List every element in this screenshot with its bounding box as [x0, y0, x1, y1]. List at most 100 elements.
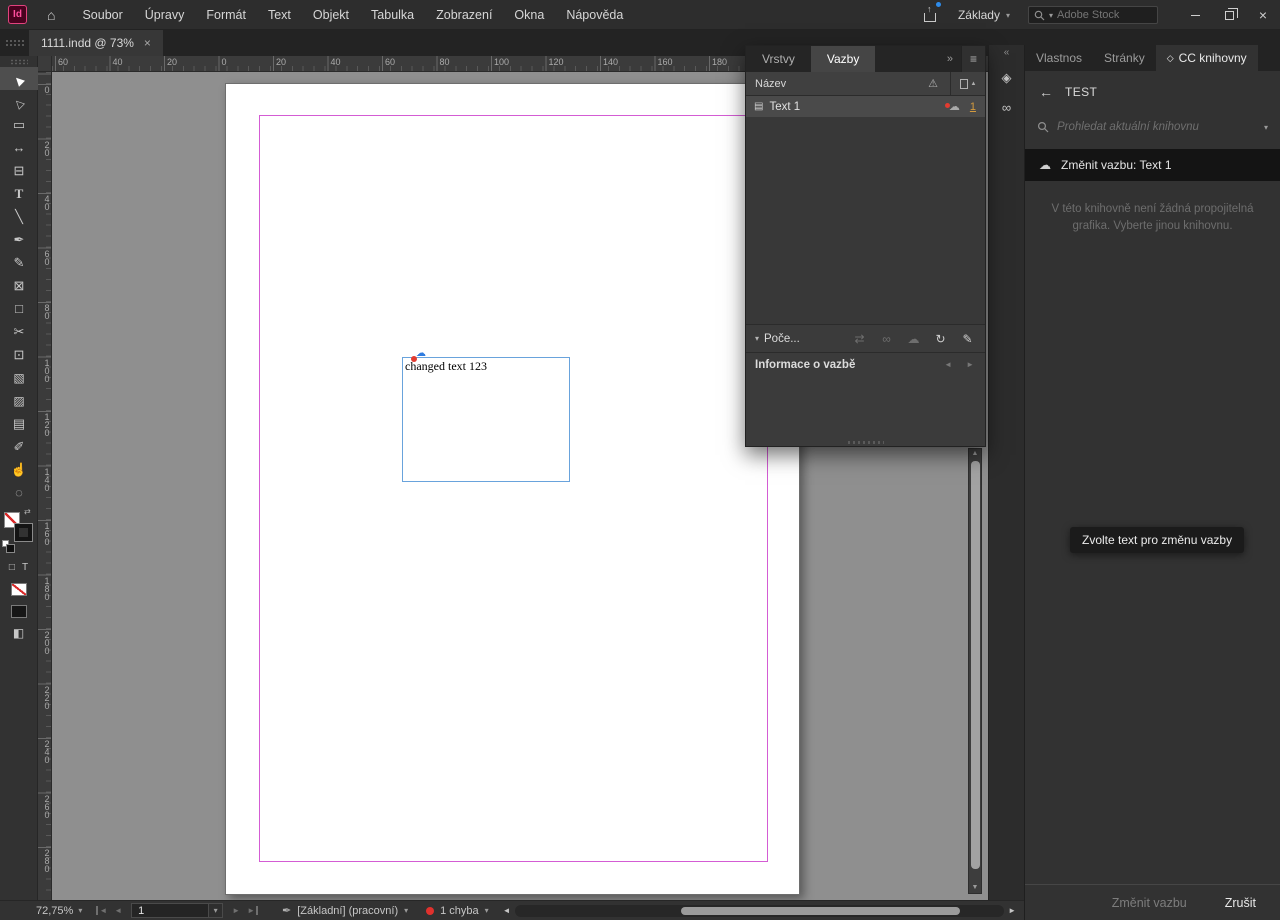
free-transform-tool[interactable]: ⊡: [0, 343, 38, 366]
page-tool[interactable]: ▭: [0, 113, 38, 136]
minimize-button[interactable]: [1178, 0, 1212, 30]
library-search-input[interactable]: [1057, 121, 1256, 133]
hand-tool[interactable]: ☝: [0, 458, 38, 481]
scroll-left-icon[interactable]: ◄: [503, 906, 511, 915]
pen-tool[interactable]: ✒: [0, 228, 38, 251]
rectangle-tool[interactable]: □: [0, 297, 38, 320]
relink-icon[interactable]: ⇄: [846, 332, 873, 346]
restore-button[interactable]: [1212, 0, 1246, 30]
goto-link-icon[interactable]: ∞: [873, 332, 900, 346]
menu-upravy[interactable]: Úpravy: [134, 0, 196, 30]
tab-vrstvy[interactable]: Vrstvy: [746, 46, 811, 72]
scroll-right-icon[interactable]: ►: [1008, 906, 1016, 915]
preflight-profile-dropdown[interactable]: ✒ [Základní] (pracovní) ▾: [282, 904, 408, 917]
layers-panel-icon[interactable]: ◈: [993, 65, 1021, 91]
previous-page-button[interactable]: ◄: [114, 906, 122, 915]
tab-cc-knihovny[interactable]: ◇ CC knihovny: [1156, 45, 1258, 71]
line-tool[interactable]: ╲: [0, 205, 38, 228]
update-link-icon[interactable]: ↻: [927, 332, 954, 346]
horizontal-scrollbar-track[interactable]: [515, 905, 1004, 917]
page-number-input[interactable]: [132, 905, 208, 917]
pencil-tool[interactable]: ✎: [0, 251, 38, 274]
direct-selection-tool[interactable]: ▷: [0, 90, 38, 113]
page-column-header[interactable]: ▲: [951, 79, 985, 89]
ruler-origin-corner[interactable]: [38, 56, 52, 72]
next-link-icon[interactable]: ►: [966, 360, 974, 369]
relink-action-row[interactable]: ☁ Změnit vazbu: Text 1: [1025, 149, 1280, 181]
chevron-down-icon[interactable]: ▾: [755, 334, 759, 343]
previous-link-icon[interactable]: ◄: [944, 360, 952, 369]
panel-grip[interactable]: [10, 59, 28, 65]
panel-resize-grip[interactable]: [848, 441, 884, 444]
menu-format[interactable]: Formát: [195, 0, 257, 30]
vertical-scrollbar[interactable]: ▲ ▼: [968, 448, 982, 894]
menu-soubor[interactable]: Soubor: [71, 0, 133, 30]
gap-tool[interactable]: ↔: [0, 136, 38, 159]
relink-from-cc-icon[interactable]: ☁: [900, 332, 927, 346]
chevron-down-icon[interactable]: ▾: [1264, 123, 1268, 132]
edit-original-icon[interactable]: ✎: [954, 332, 981, 346]
menu-zobrazeni[interactable]: Zobrazení: [425, 0, 503, 30]
collapse-dock-icon[interactable]: «: [989, 45, 1024, 61]
page-number-field[interactable]: ▾: [131, 903, 223, 918]
column-name-header[interactable]: Název: [746, 78, 928, 90]
adobe-stock-search[interactable]: ▾: [1028, 6, 1158, 24]
vertical-ruler[interactable]: 020406080100120140160180200220240260280: [38, 72, 52, 900]
formatting-affects-container-toggle[interactable]: □: [9, 562, 15, 573]
workspace-switcher[interactable]: Základy ▾: [958, 8, 1010, 22]
document-tab[interactable]: 1111.indd @ 73% ×: [29, 30, 163, 56]
share-icon[interactable]: ↑: [924, 6, 936, 24]
gradient-swatch-tool[interactable]: ▧: [0, 366, 38, 389]
links-panel-icon[interactable]: ∞: [993, 95, 1021, 121]
note-tool[interactable]: ▤: [0, 412, 38, 435]
home-icon[interactable]: ⌂: [41, 7, 61, 23]
selection-tool[interactable]: ▶: [0, 67, 38, 90]
vertical-scrollbar-thumb[interactable]: [971, 461, 980, 869]
footer-expander-label[interactable]: Poče...: [764, 333, 846, 345]
panel-expand-icon[interactable]: »: [939, 46, 961, 72]
tab-close-icon[interactable]: ×: [144, 36, 151, 50]
panel-grip[interactable]: [5, 39, 25, 47]
back-icon[interactable]: ←: [1039, 84, 1053, 100]
stroke-swatch[interactable]: [15, 524, 32, 541]
cancel-button[interactable]: Zrušit: [1225, 896, 1256, 910]
chevron-down-icon[interactable]: ▾: [208, 904, 222, 917]
menu-okna[interactable]: Okna: [503, 0, 555, 30]
tab-stranky[interactable]: Stránky: [1093, 45, 1156, 71]
rectangle-frame-tool[interactable]: ⊠: [0, 274, 38, 297]
menu-objekt[interactable]: Objekt: [302, 0, 360, 30]
close-button[interactable]: ×: [1246, 0, 1280, 30]
content-collector-tool[interactable]: ⊟: [0, 159, 38, 182]
screen-mode-button[interactable]: ◧: [13, 627, 24, 639]
stock-search-input[interactable]: [1057, 9, 1152, 21]
first-page-button[interactable]: ◄: [96, 906, 107, 915]
scroll-down-icon[interactable]: ▼: [969, 883, 981, 893]
menu-napoveda[interactable]: Nápověda: [555, 0, 634, 30]
apply-color-button[interactable]: [11, 605, 27, 618]
text-frame[interactable]: ☁ changed text 123: [402, 357, 570, 482]
next-page-button[interactable]: ►: [232, 906, 240, 915]
swap-fill-stroke-icon[interactable]: ⇄: [24, 507, 31, 516]
preflight-errors-dropdown[interactable]: 1 chyba ▾: [426, 905, 489, 917]
scroll-up-icon[interactable]: ▲: [969, 449, 981, 459]
gradient-feather-tool[interactable]: ▨: [0, 389, 38, 412]
formatting-affects-text-toggle[interactable]: T: [22, 562, 28, 573]
eyedropper-tool[interactable]: ✐: [0, 435, 38, 458]
apply-none-button[interactable]: [11, 583, 27, 596]
zoom-level-dropdown[interactable]: 72,75% ▾: [36, 905, 82, 917]
panel-menu-icon[interactable]: ≡: [961, 46, 985, 72]
change-link-button[interactable]: Změnit vazbu: [1112, 896, 1187, 910]
scissors-tool[interactable]: ✂: [0, 320, 38, 343]
Text 1[interactable]: ▤ Text 1 ☁ 1: [746, 96, 985, 117]
horizontal-scrollbar-thumb[interactable]: [681, 907, 960, 915]
zoom-tool[interactable]: ◌: [0, 481, 38, 504]
link-info-header[interactable]: Informace o vazbě ◄ ►: [746, 352, 985, 376]
library-search[interactable]: ▾: [1025, 113, 1280, 141]
type-tool[interactable]: T: [0, 182, 38, 205]
menu-tabulka[interactable]: Tabulka: [360, 0, 425, 30]
tab-vlastnosti[interactable]: Vlastnos: [1025, 45, 1093, 71]
tab-vazby[interactable]: Vazby: [811, 46, 875, 72]
menu-text[interactable]: Text: [257, 0, 302, 30]
last-page-button[interactable]: ►: [247, 906, 258, 915]
default-fill-stroke-icon[interactable]: [2, 540, 9, 547]
